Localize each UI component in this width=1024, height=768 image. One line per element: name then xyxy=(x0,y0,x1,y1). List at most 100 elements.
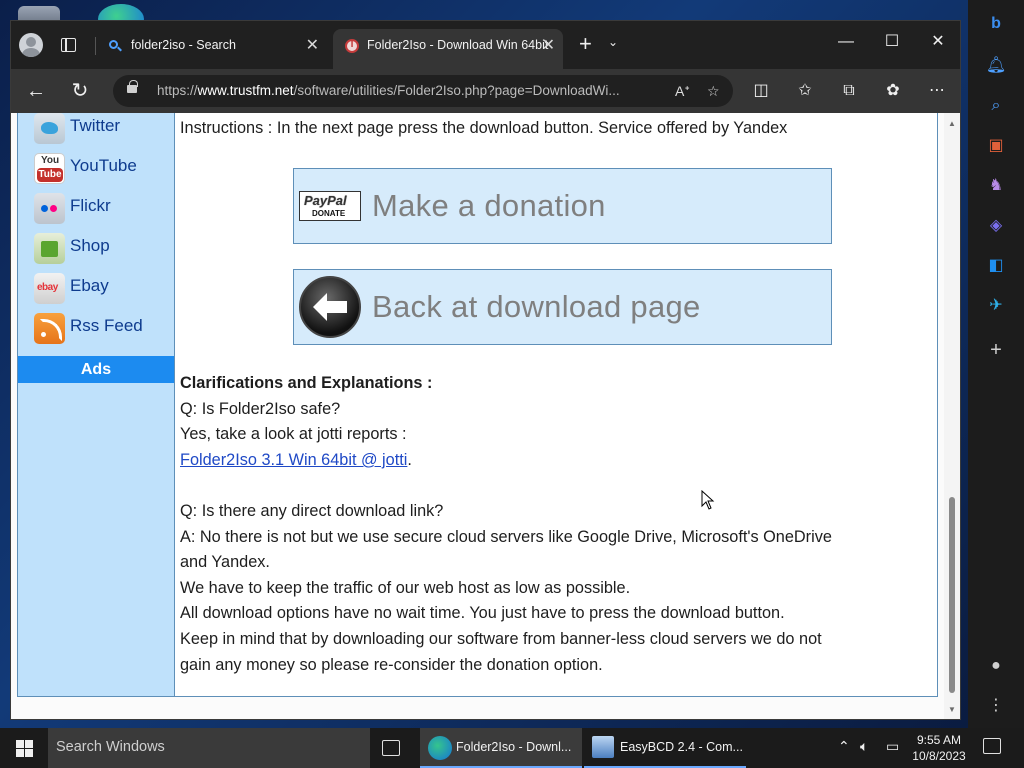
donation-button[interactable]: PayPal DONATE Make a donation xyxy=(293,168,832,244)
tab-search[interactable]: folder2iso - Search ✕ xyxy=(97,29,327,63)
task-view-icon[interactable] xyxy=(382,740,400,756)
maximize-button[interactable]: ☐ xyxy=(869,27,915,57)
taskbar-item-edge[interactable]: Folder2Iso - Downl... xyxy=(420,728,582,768)
paypal-donate-logo: PayPal DONATE xyxy=(299,191,361,221)
new-tab-button[interactable]: + xyxy=(579,31,592,57)
chevron-down-icon[interactable]: ⌄ xyxy=(608,35,618,49)
vertical-scrollbar[interactable]: ▲ ▼ xyxy=(944,113,960,719)
clock-date: 10/8/2023 xyxy=(912,749,966,763)
outlook-icon[interactable]: ◧ xyxy=(984,254,1008,278)
donation-button-label: Make a donation xyxy=(372,188,606,223)
taskbar-item-label: Folder2Iso - Downl... xyxy=(456,740,572,754)
sidebar-item-shop[interactable]: Shop xyxy=(34,231,174,265)
sidebar-item-rss[interactable]: Rss Feed xyxy=(34,311,174,345)
back-button-label: Back at download page xyxy=(372,289,701,324)
answer-direct-link-1: A: No there is not but we use secure clo… xyxy=(180,528,832,546)
jotti-report-link[interactable]: Folder2Iso 3.1 Win 64bit @ jotti xyxy=(180,451,407,469)
sidebar-item-label: Ebay xyxy=(70,276,109,295)
tab-title: Folder2Iso - Download Win 64bit xyxy=(367,38,549,52)
close-tab-icon[interactable]: ✕ xyxy=(542,35,555,55)
network-icon[interactable]: ▭ xyxy=(886,738,899,755)
refresh-icon[interactable]: ↻ xyxy=(65,77,95,105)
office-icon[interactable]: ◈ xyxy=(984,214,1008,238)
left-sidebar: Twitter You Tube YouTube Flickr Shop eba… xyxy=(18,113,175,696)
tab-actions-icon[interactable] xyxy=(61,38,76,52)
sidebar-item-label: YouTube xyxy=(70,156,137,175)
sidebar-item-label: Flickr xyxy=(70,196,111,215)
question-direct-link: Q: Is there any direct download link? xyxy=(180,502,444,520)
easybcd-icon xyxy=(592,736,614,758)
browser-window: folder2iso - Search ✕ Folder2Iso - Downl… xyxy=(10,20,961,720)
search-icon[interactable]: ⌕ xyxy=(984,94,1008,118)
main-content: Instructions : In the next page press th… xyxy=(180,113,935,696)
url-domain: www.trustfm.net xyxy=(197,83,294,98)
scroll-up-icon[interactable]: ▲ xyxy=(947,119,957,128)
instructions-text: Instructions : In the next page press th… xyxy=(180,119,788,137)
sidebar-item-ebay[interactable]: ebay Ebay xyxy=(34,271,174,305)
windows-start-icon[interactable] xyxy=(16,740,33,757)
donation-note-1: Keep in mind that by downloading our sof… xyxy=(180,630,822,648)
notifications-icon[interactable] xyxy=(983,738,1001,754)
page-frame: Twitter You Tube YouTube Flickr Shop eba… xyxy=(17,113,938,697)
extensions-icon[interactable]: ✿ xyxy=(881,79,905,103)
rss-icon xyxy=(34,313,65,344)
url-path: /software/utilities/Folder2Iso.php?page=… xyxy=(293,83,620,98)
paypal-brand: PayPal xyxy=(304,193,347,208)
tools-icon[interactable]: ▣ xyxy=(984,134,1008,158)
sidebar-item-label: Twitter xyxy=(70,116,121,135)
split-screen-icon[interactable]: ◫ xyxy=(749,79,773,103)
show-hidden-icons-icon[interactable]: ⌃ xyxy=(838,738,850,755)
scroll-down-icon[interactable]: ▼ xyxy=(947,705,957,714)
search-placeholder: Search Windows xyxy=(56,739,165,755)
clarifications-heading: Clarifications and Explanations : xyxy=(180,374,433,392)
taskbar: Search Windows Folder2Iso - Downl... Eas… xyxy=(0,728,1024,768)
bing-copilot-icon[interactable]: b xyxy=(984,12,1008,36)
clock-time: 9:55 AM xyxy=(916,733,962,747)
title-bar: folder2iso - Search ✕ Folder2Iso - Downl… xyxy=(11,21,960,69)
read-aloud-icon[interactable]: Aᐩ xyxy=(675,75,690,107)
system-clock[interactable]: 9:55 AM 10/8/2023 xyxy=(906,732,972,764)
sidebar-item-label: Rss Feed xyxy=(70,316,143,335)
address-bar[interactable]: https://www.trustfm.net/software/utiliti… xyxy=(113,75,733,107)
account-avatar-icon[interactable]: ● xyxy=(984,654,1008,678)
wait-time-paragraph: All download options have no wait time. … xyxy=(180,604,785,622)
sidebar-item-twitter[interactable]: Twitter xyxy=(34,113,174,145)
back-to-download-button[interactable]: Back at download page xyxy=(293,269,832,345)
divider xyxy=(95,37,96,55)
question-safe: Q: Is Folder2Iso safe? xyxy=(180,400,341,418)
tab-title: folder2iso - Search xyxy=(131,38,236,52)
address-toolbar: ← ↻ https://www.trustfm.net/software/uti… xyxy=(11,69,960,113)
tab-folder2iso[interactable]: Folder2Iso - Download Win 64bit ✕ xyxy=(333,29,563,69)
minimize-button[interactable]: — xyxy=(823,27,869,57)
sidebar-item-youtube[interactable]: You Tube YouTube xyxy=(34,151,174,185)
sidebar-more-icon[interactable]: ⋮ xyxy=(984,694,1008,718)
close-tab-icon[interactable]: ✕ xyxy=(306,35,319,55)
answer-direct-link-2: and Yandex. xyxy=(180,553,270,571)
shop-icon xyxy=(34,233,65,264)
send-icon[interactable]: ✈ xyxy=(984,294,1008,318)
taskbar-item-easybcd[interactable]: EasyBCD 2.4 - Com... xyxy=(584,728,746,768)
taskbar-item-label: EasyBCD 2.4 - Com... xyxy=(620,740,743,754)
sidebar-item-flickr[interactable]: Flickr xyxy=(34,191,174,225)
url-text[interactable]: https://www.trustfm.net/software/utiliti… xyxy=(157,75,647,107)
add-sidebar-app-icon[interactable]: + xyxy=(984,338,1008,362)
volume-muted-icon[interactable]: 🔈︎ xyxy=(860,738,868,755)
twitter-icon xyxy=(34,113,65,144)
games-icon[interactable]: ♞ xyxy=(984,174,1008,198)
scroll-thumb[interactable] xyxy=(949,497,955,693)
profile-avatar-icon[interactable] xyxy=(19,33,43,57)
favorites-icon[interactable]: ✩ xyxy=(793,79,817,103)
youtube-logo-bottom: Tube xyxy=(37,168,63,182)
more-menu-icon[interactable]: ⋯ xyxy=(925,79,949,103)
taskbar-search-input[interactable]: Search Windows xyxy=(48,728,370,768)
url-prefix: https:// xyxy=(157,83,198,98)
notification-bell-icon[interactable]: 🔔︎ xyxy=(984,54,1008,78)
favorite-star-icon[interactable]: ☆ xyxy=(707,75,720,107)
mouse-cursor-icon xyxy=(701,490,715,510)
collections-icon[interactable]: ⧉ xyxy=(837,79,861,103)
jotti-line: Folder2Iso 3.1 Win 64bit @ jotti. xyxy=(180,451,412,470)
lock-icon[interactable] xyxy=(127,80,138,93)
search-icon xyxy=(109,40,118,49)
close-window-button[interactable]: ✕ xyxy=(915,27,961,57)
back-icon[interactable]: ← xyxy=(21,77,51,105)
